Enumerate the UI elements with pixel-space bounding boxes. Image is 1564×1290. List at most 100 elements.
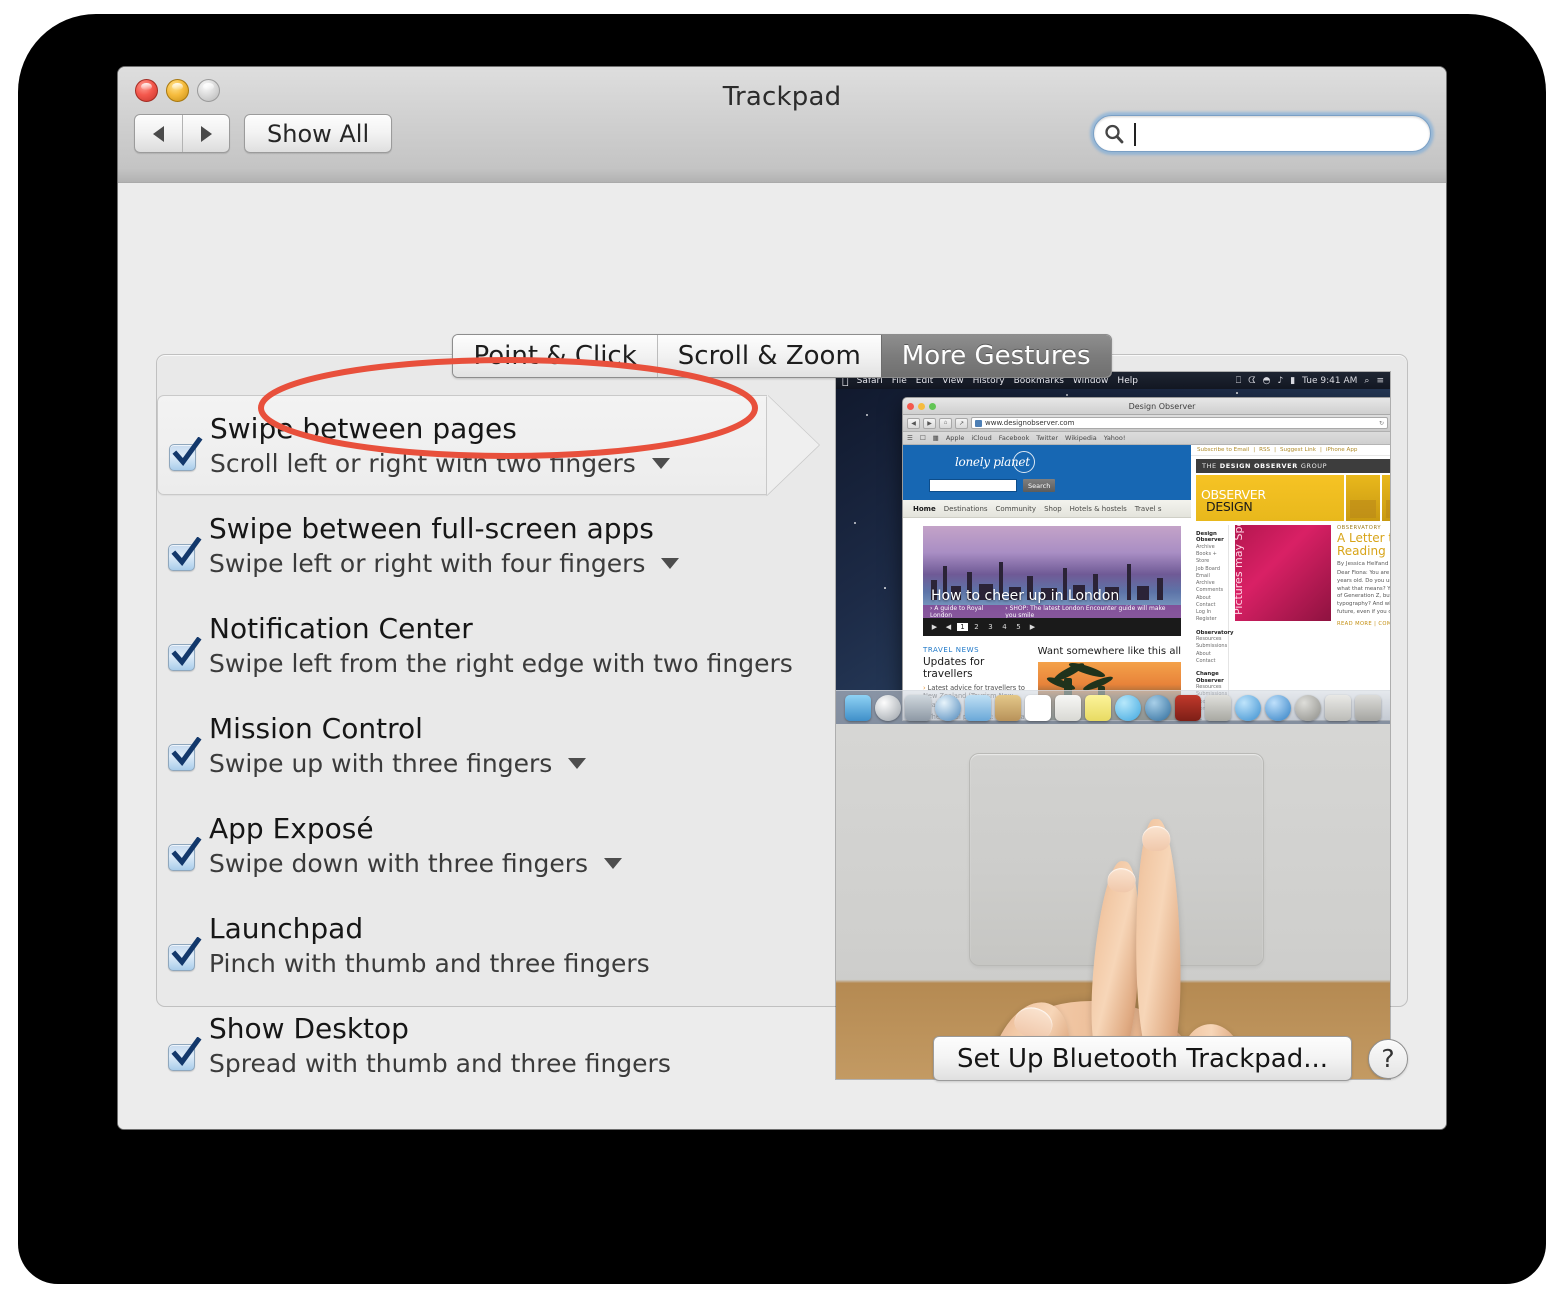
safari-address-bar[interactable]: www.designobserver.com ↻ bbox=[971, 417, 1388, 429]
topbar-subscribe[interactable]: Subscribe to Email bbox=[1197, 447, 1249, 453]
appstore-icon[interactable] bbox=[1265, 695, 1291, 721]
downloads-icon[interactable] bbox=[1325, 695, 1351, 721]
gesture-row-mission-control[interactable]: Mission Control Swipe up with three fing… bbox=[157, 695, 812, 795]
checkbox-mission-control[interactable] bbox=[168, 737, 202, 771]
itunes-icon[interactable] bbox=[1235, 695, 1261, 721]
hero-link-2[interactable]: › SHOP: The latest London Encounter guid… bbox=[1005, 605, 1174, 619]
reminders-icon[interactable] bbox=[1055, 695, 1081, 721]
sidebar-item[interactable]: Books + Store bbox=[1196, 551, 1228, 566]
nav-community[interactable]: Community bbox=[996, 505, 1037, 513]
bookmark-twitter[interactable]: Twitter bbox=[1036, 434, 1058, 442]
sidebar-item[interactable]: Job Board bbox=[1196, 566, 1228, 573]
bookmark-wikipedia[interactable]: Wikipedia bbox=[1065, 434, 1097, 442]
pager-page-3[interactable]: 3 bbox=[985, 623, 996, 631]
safari-reload-icon[interactable]: ↻ bbox=[1379, 420, 1384, 427]
checkbox-swipe-between-full-screen-apps[interactable] bbox=[168, 537, 202, 571]
mail-icon[interactable] bbox=[965, 695, 991, 721]
safari-forward-icon[interactable]: ▶ bbox=[923, 417, 936, 429]
sidebar-item[interactable]: Email Archive bbox=[1196, 573, 1228, 588]
gesture-row-notification-center[interactable]: Notification Center Swipe left from the … bbox=[157, 595, 812, 695]
checkbox-swipe-between-pages[interactable] bbox=[169, 437, 203, 471]
system-preferences-icon[interactable] bbox=[1295, 695, 1321, 721]
chevron-down-icon[interactable] bbox=[604, 857, 623, 869]
sidebar-item[interactable]: About bbox=[1196, 651, 1228, 658]
photobooth-icon[interactable] bbox=[1175, 695, 1201, 721]
back-button[interactable] bbox=[135, 115, 182, 152]
lonely-planet-search-input[interactable] bbox=[929, 479, 1017, 492]
nav-home[interactable]: Home bbox=[913, 505, 936, 513]
topbar-iphone-app[interactable]: iPhone App bbox=[1326, 447, 1358, 453]
gesture-row-app-expose[interactable]: App Exposé Swipe down with three fingers bbox=[157, 795, 812, 895]
calendar-icon[interactable] bbox=[1025, 695, 1051, 721]
chevron-down-icon[interactable] bbox=[568, 757, 587, 769]
article-title[interactable]: A Letter to Reading "T bbox=[1337, 532, 1390, 558]
banner-thumbnail[interactable] bbox=[1382, 475, 1390, 521]
sidebar-item[interactable]: Resources bbox=[1196, 636, 1228, 643]
gesture-row-launchpad[interactable]: Launchpad Pinch with thumb and three fin… bbox=[157, 895, 812, 995]
sidebar-item[interactable]: Contact bbox=[1196, 602, 1228, 609]
messages-icon[interactable] bbox=[1115, 695, 1141, 721]
bookmark-icloud[interactable]: iCloud bbox=[971, 434, 991, 442]
nav-shop[interactable]: Shop bbox=[1044, 505, 1062, 513]
bookmarks-reading-list-icon[interactable]: ☐ bbox=[920, 434, 926, 442]
pager-next-icon[interactable]: ▶ bbox=[1027, 623, 1038, 631]
gesture-row-show-desktop[interactable]: Show Desktop Spread with thumb and three… bbox=[157, 995, 812, 1095]
gesture-row-swipe-between-full-screen-apps[interactable]: Swipe between full-screen apps Swipe lef… bbox=[157, 495, 812, 595]
trash-icon[interactable] bbox=[1355, 695, 1381, 721]
chevron-down-icon[interactable] bbox=[661, 557, 680, 569]
topbar-rss[interactable]: RSS bbox=[1259, 447, 1270, 453]
pager-page-5[interactable]: 5 bbox=[1013, 623, 1024, 631]
bookmarks-sidebar-icon[interactable]: ☰ bbox=[907, 434, 913, 442]
gesture-preview-video[interactable]:  Safari File Edit View History Bookmark… bbox=[836, 372, 1390, 1079]
sidebar-item[interactable]: Log In bbox=[1196, 609, 1228, 616]
safari-share-icon[interactable]: ↗ bbox=[955, 417, 968, 429]
checkbox-notification-center[interactable] bbox=[168, 637, 202, 671]
launchpad-icon[interactable] bbox=[875, 695, 901, 721]
tab-scroll-and-zoom[interactable]: Scroll & Zoom bbox=[656, 335, 881, 377]
help-button[interactable]: ? bbox=[1368, 1038, 1408, 1079]
mission-control-icon[interactable] bbox=[905, 695, 931, 721]
forward-button[interactable] bbox=[182, 115, 229, 152]
notes-icon[interactable] bbox=[1085, 695, 1111, 721]
chevron-down-icon[interactable] bbox=[651, 457, 670, 469]
gesture-row-swipe-between-pages[interactable]: Swipe between pages Scroll left or right… bbox=[157, 395, 819, 495]
bookmark-yahoo[interactable]: Yahoo! bbox=[1104, 434, 1126, 442]
search-input[interactable] bbox=[1129, 121, 1430, 146]
hero-link-1[interactable]: › A guide to Royal London bbox=[930, 605, 998, 619]
pager-page-2[interactable]: 2 bbox=[971, 623, 982, 631]
sidebar-item[interactable]: Submissions bbox=[1196, 643, 1228, 650]
safari-back-icon[interactable]: ◀ bbox=[907, 417, 920, 429]
sidebar-item[interactable]: Contact bbox=[1196, 658, 1228, 665]
pager-page-1[interactable]: 1 bbox=[957, 623, 968, 631]
sidebar-item[interactable]: About bbox=[1196, 595, 1228, 602]
article-read-more-link[interactable]: READ MORE | COMMENTS bbox=[1337, 621, 1390, 627]
banner-thumbnail[interactable] bbox=[1346, 475, 1380, 521]
sidebar-item[interactable]: Comments bbox=[1196, 587, 1228, 594]
safari-icon[interactable] bbox=[935, 695, 961, 721]
checkbox-show-desktop[interactable] bbox=[168, 1037, 202, 1071]
sidebar-item[interactable]: Archive bbox=[1196, 544, 1228, 551]
tab-more-gestures[interactable]: More Gestures bbox=[880, 335, 1111, 377]
set-up-bluetooth-trackpad-button[interactable]: Set Up Bluetooth Trackpad... bbox=[932, 1036, 1352, 1081]
lonely-planet-search-button[interactable]: Search bbox=[1023, 479, 1056, 492]
checkbox-app-expose[interactable] bbox=[168, 837, 202, 871]
search-field[interactable] bbox=[1093, 115, 1431, 152]
iphoto-icon[interactable] bbox=[1205, 695, 1231, 721]
sidebar-item[interactable]: Register bbox=[1196, 616, 1228, 623]
pager-play-icon[interactable]: ▶ bbox=[929, 623, 940, 631]
pager-prev-icon[interactable]: ◀ bbox=[943, 623, 954, 631]
nav-hotels[interactable]: Hotels & hostels bbox=[1070, 505, 1127, 513]
contacts-icon[interactable] bbox=[995, 695, 1021, 721]
show-all-button[interactable]: Show All bbox=[244, 114, 393, 153]
safari-window[interactable]: Design Observer ◀ ▶ ⌂ ↗ www.designobserv… bbox=[902, 397, 1390, 721]
nav-travel[interactable]: Travel s bbox=[1135, 505, 1162, 513]
topbar-suggest[interactable]: Suggest Link bbox=[1280, 447, 1316, 453]
pager-page-4[interactable]: 4 bbox=[999, 623, 1010, 631]
bookmark-facebook[interactable]: Facebook bbox=[999, 434, 1030, 442]
checkbox-launchpad[interactable] bbox=[168, 937, 202, 971]
facetime-icon[interactable] bbox=[1145, 695, 1171, 721]
safari-home-icon[interactable]: ⌂ bbox=[939, 417, 952, 429]
nav-destinations[interactable]: Destinations bbox=[944, 505, 988, 513]
bookmark-apple[interactable]: Apple bbox=[946, 434, 965, 442]
bookmarks-top-sites-icon[interactable]: ▦ bbox=[933, 434, 939, 442]
